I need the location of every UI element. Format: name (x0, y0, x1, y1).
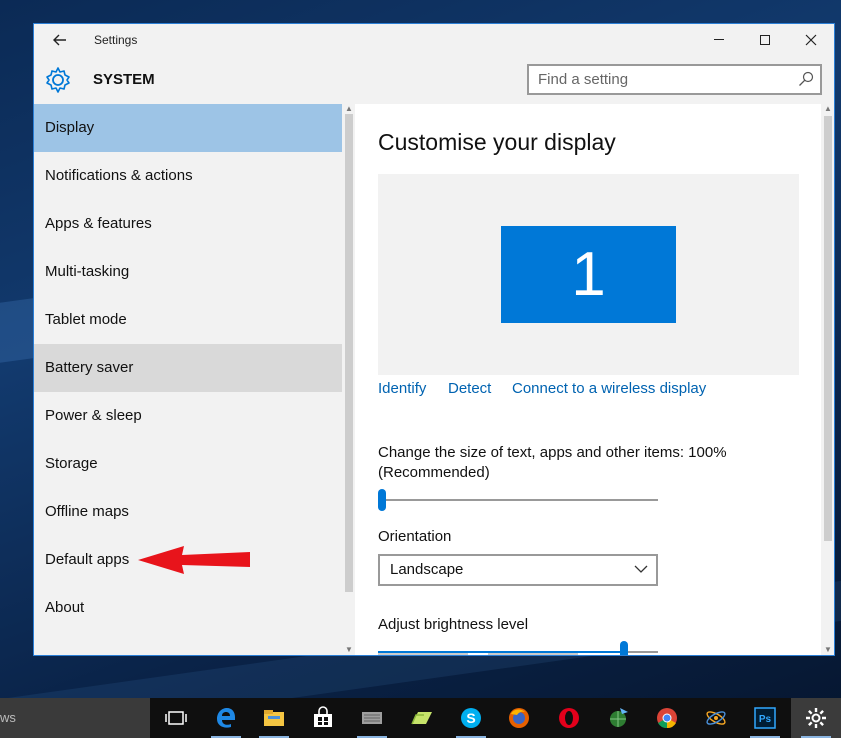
scale-recommended-label: (Recommended) (378, 464, 490, 481)
store-icon[interactable] (311, 706, 335, 730)
sidebar-item-storage[interactable]: Storage (34, 440, 342, 488)
globe-app-icon[interactable] (606, 706, 630, 730)
brightness-slider-thumb[interactable] (620, 641, 629, 655)
display-settings-panel: Customise your display 1 Identify Detect… (355, 104, 821, 655)
scroll-down-icon[interactable]: ▼ (823, 645, 833, 655)
file-explorer-icon[interactable] (262, 706, 286, 730)
edge-icon[interactable] (214, 706, 238, 730)
minimize-button[interactable] (696, 24, 742, 56)
brightness-label: Adjust brightness level (378, 616, 529, 633)
back-button[interactable] (46, 29, 74, 51)
orientation-value: Landscape (390, 561, 464, 578)
folder-app-icon[interactable] (410, 706, 434, 730)
close-button[interactable] (788, 24, 834, 56)
scroll-up-icon[interactable]: ▲ (823, 104, 833, 114)
sidebar-scroll-thumb[interactable] (345, 114, 353, 592)
chevron-down-icon (634, 565, 648, 573)
sidebar-item-apps-features[interactable]: Apps & features (34, 200, 342, 248)
settings-icon[interactable] (804, 706, 828, 730)
chrome-icon[interactable] (655, 706, 679, 730)
sidebar-item-battery-saver[interactable]: Battery saver (34, 344, 342, 392)
taskbar-search-box[interactable]: ws (0, 698, 150, 738)
svg-text:S: S (466, 710, 475, 726)
minimize-icon (714, 39, 724, 41)
sidebar-item-about[interactable]: About (34, 584, 342, 632)
settings-header: SYSTEM (34, 56, 834, 104)
atom-app-icon[interactable] (704, 706, 728, 730)
sidebar-item-offline-maps[interactable]: Offline maps (34, 488, 342, 536)
page-title: Customise your display (378, 129, 616, 155)
photoshop-icon[interactable]: Ps (753, 706, 777, 730)
connect-wireless-link[interactable]: Connect to a wireless display (512, 380, 706, 397)
monitor-tile[interactable]: 1 (501, 226, 676, 323)
title-bar: Settings (34, 24, 834, 56)
svg-text:Ps: Ps (759, 714, 772, 725)
firefox-icon[interactable] (507, 706, 531, 730)
task-view-icon[interactable] (164, 706, 188, 730)
skype-icon[interactable]: S (459, 706, 483, 730)
content-scrollbar[interactable]: ▲ ▼ (821, 104, 834, 655)
maximize-button[interactable] (742, 24, 788, 56)
search-icon[interactable] (798, 71, 814, 87)
window-title: Settings (94, 33, 138, 47)
taskbar: ws S Ps (0, 698, 841, 738)
sidebar-item-notifications[interactable]: Notifications & actions (34, 152, 342, 200)
cancel-button-partial[interactable] (488, 653, 578, 655)
sidebar-scrollbar[interactable]: ▲ ▼ (343, 104, 355, 655)
maximize-icon (760, 34, 770, 45)
identify-link[interactable]: Identify (378, 380, 426, 397)
scale-slider[interactable] (378, 499, 658, 501)
search-input[interactable] (529, 66, 779, 93)
scale-slider-thumb[interactable] (378, 489, 386, 511)
network-app-icon[interactable] (360, 706, 384, 730)
scroll-up-icon[interactable]: ▲ (344, 104, 354, 114)
taskbar-search-text: ws (0, 710, 16, 725)
detect-link[interactable]: Detect (448, 380, 491, 397)
orientation-label: Orientation (378, 528, 452, 545)
back-arrow-icon (53, 34, 66, 46)
apply-button-partial[interactable] (378, 653, 468, 655)
gear-icon (46, 67, 70, 93)
display-preview: 1 (378, 174, 799, 375)
orientation-select[interactable]: Landscape (378, 554, 658, 586)
close-icon (805, 34, 817, 46)
content-scroll-thumb[interactable] (824, 116, 832, 541)
sidebar-item-multitasking[interactable]: Multi-tasking (34, 248, 342, 296)
scale-label: Change the size of text, apps and other … (378, 444, 727, 461)
section-title: SYSTEM (93, 71, 155, 88)
red-arrow-annotation (138, 546, 250, 574)
search-box[interactable] (527, 64, 822, 95)
opera-icon[interactable] (557, 706, 581, 730)
scroll-down-icon[interactable]: ▼ (344, 645, 354, 655)
sidebar-item-power-sleep[interactable]: Power & sleep (34, 392, 342, 440)
sidebar-item-display[interactable]: Display (34, 104, 342, 152)
sidebar-item-tablet-mode[interactable]: Tablet mode (34, 296, 342, 344)
